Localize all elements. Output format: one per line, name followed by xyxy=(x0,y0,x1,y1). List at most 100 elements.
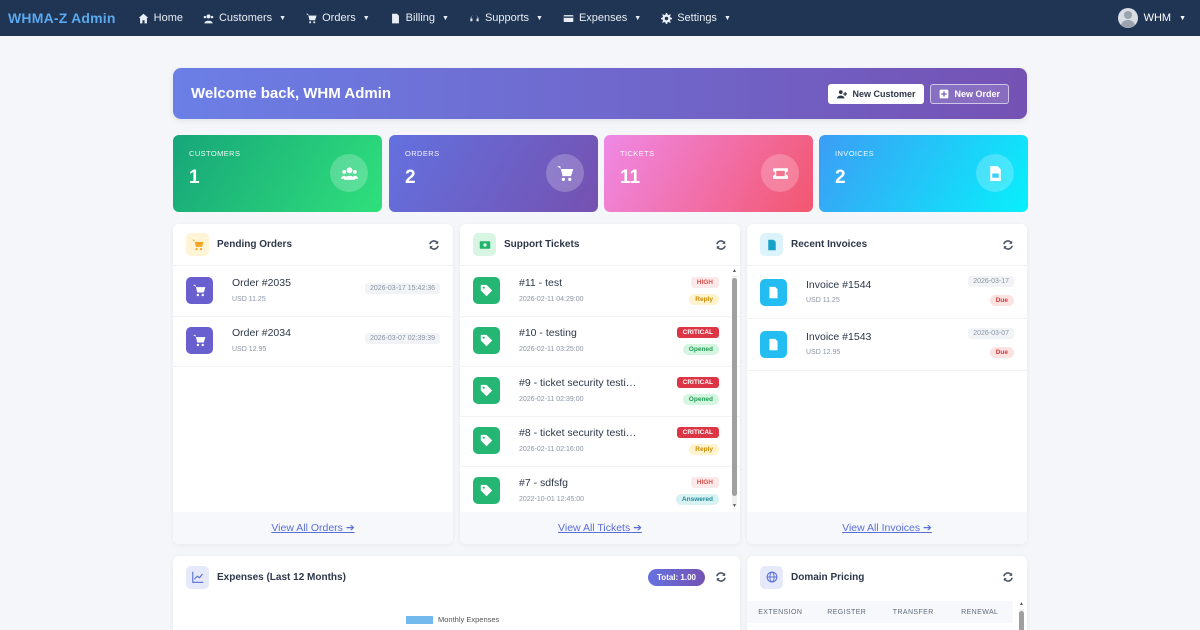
pending-orders-panel: Pending Orders Order #2035 USD 11.25 202… xyxy=(173,224,453,544)
order-amount: USD 11.25 xyxy=(232,296,266,303)
panel-title: Recent Invoices xyxy=(791,239,868,250)
list-item[interactable]: Invoice #1544 USD 11.25 2026-03-17 Due xyxy=(747,267,1027,319)
refresh-icon[interactable] xyxy=(1002,571,1014,583)
list-item[interactable]: Order #2034 USD 12.95 2026-03-07 02:39:3… xyxy=(173,317,453,367)
money-icon xyxy=(473,233,496,256)
file-invoice-icon xyxy=(391,13,399,23)
cart-icon xyxy=(546,154,584,192)
view-all-invoices-link[interactable]: View All Invoices ➔ xyxy=(842,522,932,534)
column-transfer[interactable]: TRANSFER xyxy=(880,609,947,616)
nav-billing[interactable]: Billing ▼ xyxy=(380,0,459,36)
panel-footer: View All Tickets ➔ xyxy=(460,512,740,544)
column-renewal[interactable]: RENEWAL xyxy=(947,609,1014,616)
ticket-row[interactable]: #11 - test 2026-02-11 04:29:00 HIGH Repl… xyxy=(460,267,740,317)
scroll-up-arrow[interactable]: ▲ xyxy=(732,269,737,274)
chart-legend[interactable]: Monthly Expenses xyxy=(406,615,499,624)
pricing-scrollbar[interactable] xyxy=(1019,609,1024,630)
user-menu[interactable]: WHM ▼ xyxy=(1117,8,1192,28)
refresh-icon[interactable] xyxy=(715,571,727,583)
refresh-icon[interactable] xyxy=(428,239,440,251)
nav-expenses-label: Expenses xyxy=(578,12,628,24)
stat-card-orders[interactable]: ORDERS 2 xyxy=(389,135,598,212)
legend-label: Monthly Expenses xyxy=(438,615,500,624)
stat-card-invoices[interactable]: INVOICES 2 xyxy=(819,135,1028,212)
ticket-date: 2026-02-11 04:29:00 xyxy=(519,296,584,303)
scroll-thumb[interactable] xyxy=(732,278,737,496)
tickets-scrollbar[interactable] xyxy=(732,276,737,506)
nav-expenses[interactable]: Expenses ▼ xyxy=(553,0,651,36)
status-badge: Due xyxy=(989,295,1014,306)
nav-customers[interactable]: Customers ▼ xyxy=(193,0,296,36)
status-badge: Opened xyxy=(682,344,719,355)
file-invoice-icon xyxy=(760,279,787,306)
tag-icon xyxy=(473,327,500,354)
ticket-icon xyxy=(761,154,799,192)
status-badge: Opened xyxy=(682,394,719,405)
ticket-date: 2022-10-01 12:45:00 xyxy=(519,496,584,503)
invoice-title: Invoice #1544 xyxy=(806,279,872,291)
order-title: Order #2034 xyxy=(232,327,291,339)
ticket-row[interactable]: #10 - testing 2026-02-11 03:25:00 CRITIC… xyxy=(460,317,740,367)
tag-icon xyxy=(473,477,500,504)
panel-header: Recent Invoices xyxy=(747,224,1027,266)
list-item[interactable]: Order #2035 USD 11.25 2026-03-17 15:42:3… xyxy=(173,267,453,317)
plus-square-icon xyxy=(940,89,949,98)
refresh-icon[interactable] xyxy=(1002,239,1014,251)
ticket-row[interactable]: #7 - sdfsfg 2022-10-01 12:45:00 HIGH Ans… xyxy=(460,467,740,517)
brand-logo[interactable]: WHMA-Z Admin xyxy=(8,10,116,26)
users-icon xyxy=(203,13,214,23)
cart-icon xyxy=(186,233,209,256)
scroll-up-arrow[interactable]: ▲ xyxy=(1019,602,1024,607)
ticket-date: 2026-02-11 02:16:00 xyxy=(519,446,584,453)
chevron-down-icon: ▼ xyxy=(362,14,370,22)
welcome-title: Welcome back, WHM Admin xyxy=(191,85,392,102)
ticket-title: #11 - test xyxy=(519,277,562,289)
panel-title: Domain Pricing xyxy=(791,571,865,583)
stat-card-tickets[interactable]: TICKETS 11 xyxy=(604,135,813,212)
new-order-button[interactable]: New Order xyxy=(930,83,1009,104)
order-date: 2026-03-07 02:39:39 xyxy=(365,333,440,344)
nav-home-label: Home xyxy=(153,12,183,24)
nav-home[interactable]: Home xyxy=(128,0,193,36)
chevron-down-icon: ▼ xyxy=(723,14,731,22)
view-all-orders-link[interactable]: View All Orders ➔ xyxy=(271,522,354,534)
cart-icon xyxy=(186,277,213,304)
new-order-label: New Order xyxy=(954,88,1000,99)
column-extension[interactable]: EXTENSION xyxy=(747,609,814,616)
invoice-date: 2026-03-17 xyxy=(968,276,1014,287)
order-title: Order #2035 xyxy=(232,277,291,289)
cart-icon xyxy=(306,13,317,23)
view-all-tickets-link[interactable]: View All Tickets ➔ xyxy=(558,522,642,534)
scroll-down-arrow[interactable]: ▼ xyxy=(732,504,737,509)
globe-icon xyxy=(760,565,783,589)
users-icon xyxy=(330,154,368,192)
ticket-date: 2026-02-11 02:39:00 xyxy=(519,396,584,403)
top-navbar: WHMA-Z Admin Home Customers ▼ Orders ▼ B… xyxy=(0,0,1200,36)
panel-title: Support Tickets xyxy=(504,239,580,250)
scroll-thumb[interactable] xyxy=(1019,611,1024,630)
ticket-row[interactable]: #8 - ticket security testi… 2026-02-11 0… xyxy=(460,417,740,467)
panel-header: Domain Pricing xyxy=(747,556,1027,598)
nav-supports[interactable]: Supports ▼ xyxy=(459,0,553,36)
column-register[interactable]: REGISTER xyxy=(814,609,881,616)
user-name: WHM xyxy=(1143,12,1172,24)
ticket-row[interactable]: #9 - ticket security testi… 2026-02-11 0… xyxy=(460,367,740,417)
new-customer-button[interactable]: New Customer xyxy=(828,83,925,104)
home-icon xyxy=(138,13,148,23)
chevron-down-icon: ▼ xyxy=(279,14,287,22)
list-item[interactable]: Invoice #1543 USD 12.95 2026-03-07 Due xyxy=(747,319,1027,371)
file-invoice-icon xyxy=(976,154,1014,192)
invoice-date: 2026-03-07 xyxy=(968,328,1014,339)
order-date: 2026-03-17 15:42:36 xyxy=(365,283,440,294)
priority-badge: HIGH xyxy=(690,477,719,488)
stat-card-customers[interactable]: CUSTOMERS 1 xyxy=(173,135,382,212)
chart-line-icon xyxy=(186,565,209,589)
ticket-title: #9 - ticket security testi… xyxy=(519,377,637,389)
table-header: EXTENSION REGISTER TRANSFER RENEWAL xyxy=(747,601,1013,623)
nav-orders[interactable]: Orders ▼ xyxy=(296,0,380,36)
refresh-icon[interactable] xyxy=(715,239,727,251)
ticket-title: #7 - sdfsfg xyxy=(519,477,569,489)
nav-settings[interactable]: Settings ▼ xyxy=(651,0,741,36)
expenses-panel: Expenses (Last 12 Months) Total: 1.00 Mo… xyxy=(173,556,740,630)
priority-badge: CRITICAL xyxy=(676,377,719,388)
